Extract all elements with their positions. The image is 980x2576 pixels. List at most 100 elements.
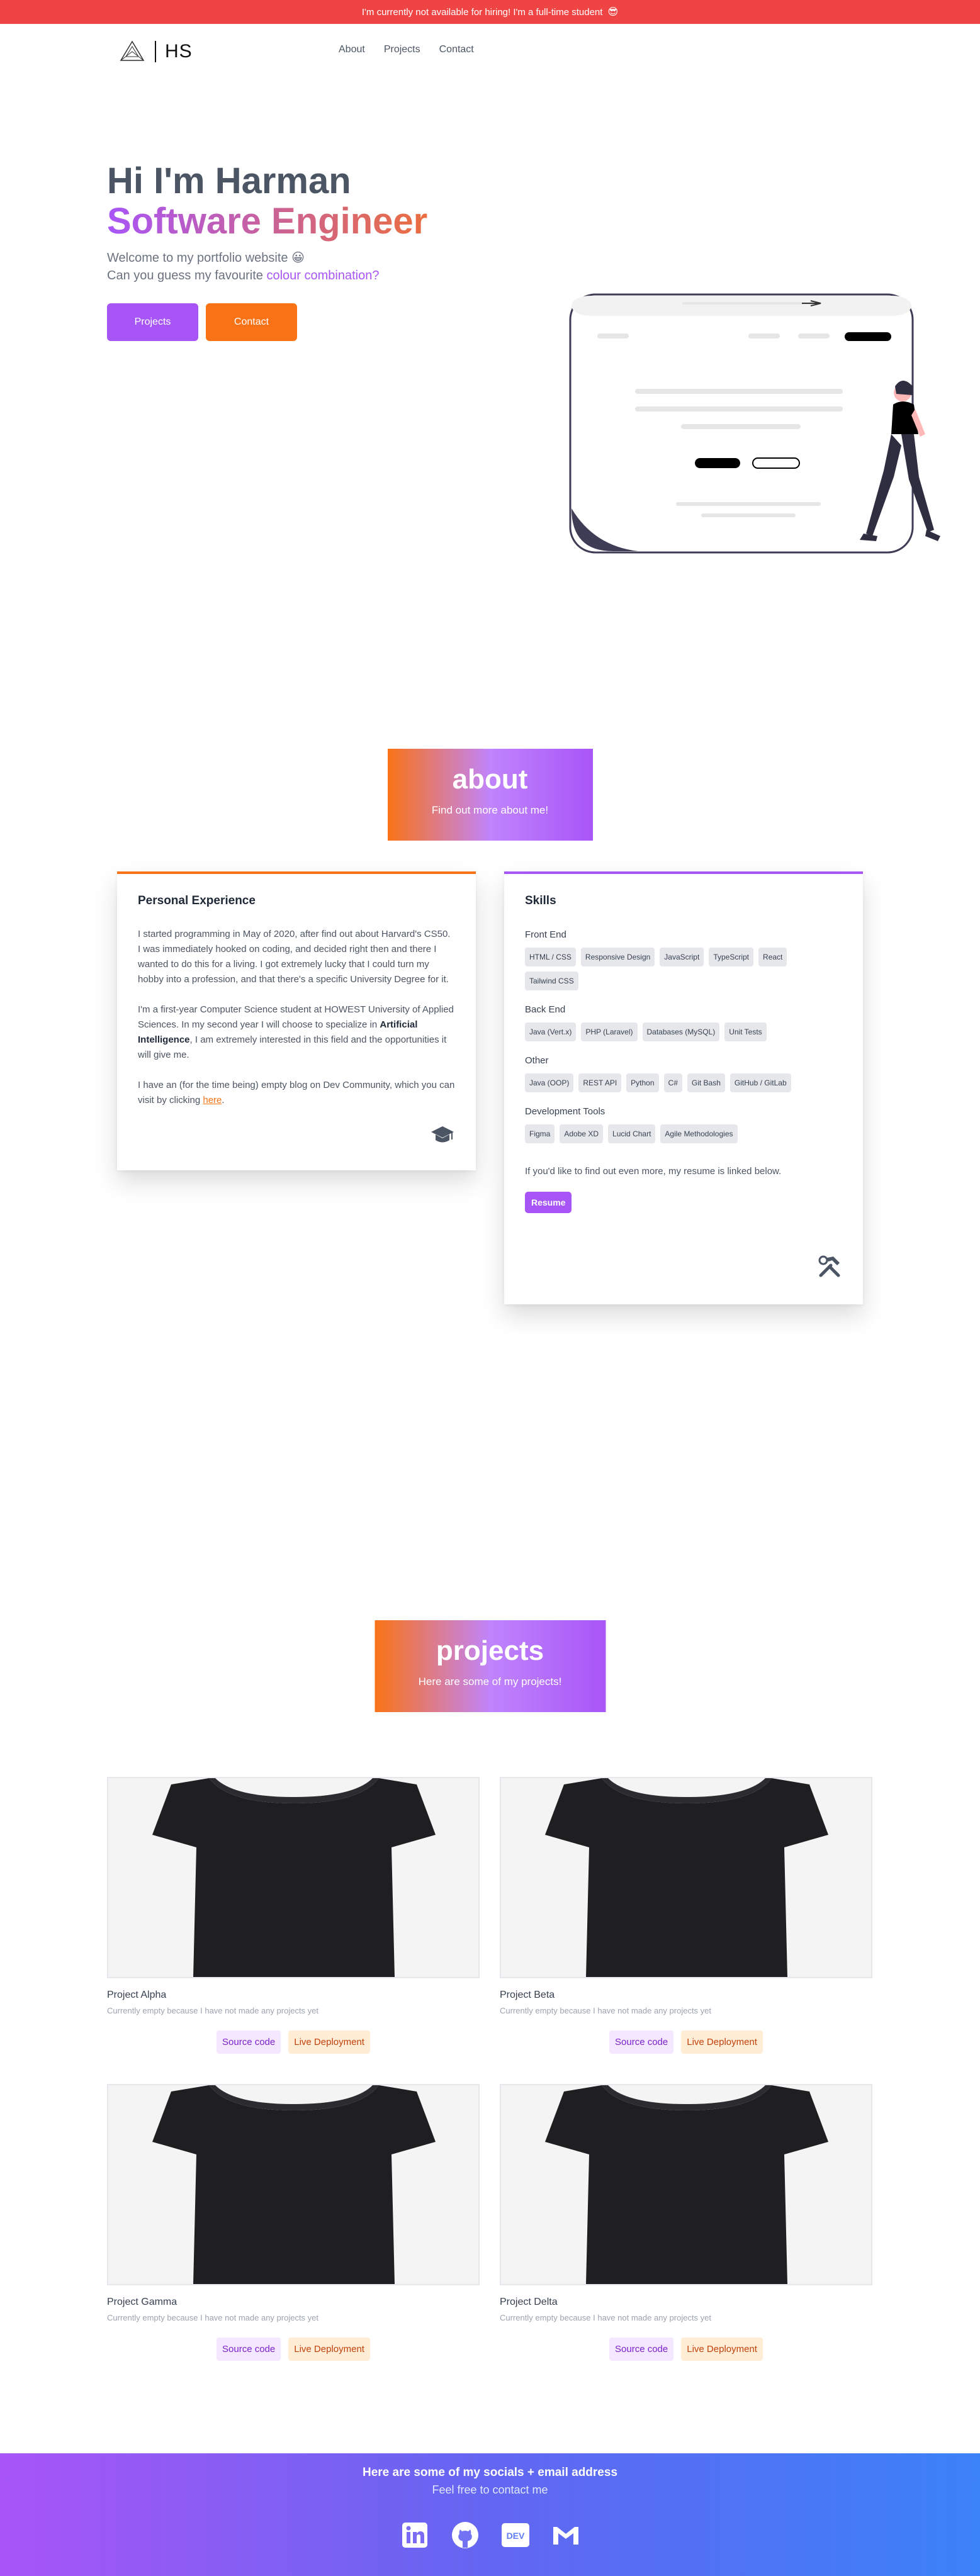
hero-role: Software Engineer	[107, 201, 497, 242]
skill-tag: Python	[626, 1073, 659, 1092]
live-deployment-button[interactable]: Live Deployment	[288, 2338, 370, 2361]
project-actions: Source code Live Deployment	[107, 2030, 480, 2054]
logo-divider	[155, 41, 156, 62]
linkedin-icon[interactable]	[399, 2519, 431, 2551]
skill-tag: Unit Tests	[724, 1022, 767, 1041]
hero-illustration	[569, 293, 940, 554]
projects-banner: projects Here are some of my projects!	[375, 1620, 605, 1712]
logo[interactable]: HS	[118, 40, 193, 63]
graduation-cap-icon	[431, 1126, 454, 1143]
source-code-button[interactable]: Source code	[609, 2030, 674, 2054]
project-description: Currently empty because I have not made …	[107, 2006, 319, 2015]
project-name: Project Alpha	[107, 1990, 167, 2000]
dev-icon[interactable]: DEV	[500, 2519, 531, 2551]
resume-button[interactable]: Resume	[525, 1192, 572, 1213]
footer: Here are some of my socials + email addr…	[0, 2453, 980, 2576]
hero-colour-line: Can you guess my favourite colour combin…	[107, 267, 497, 284]
projects-section: projects Here are some of my projects! P…	[0, 1414, 980, 2453]
project-actions: Source code Live Deployment	[500, 2030, 872, 2054]
project-actions: Source code Live Deployment	[107, 2338, 480, 2361]
skill-tag: JavaScript	[660, 948, 704, 966]
social-links: DEV	[0, 2519, 980, 2551]
experience-paragraph-2: I'm a first-year Computer Science studen…	[138, 1002, 455, 1063]
experience-card: Personal Experience I started programmin…	[117, 871, 476, 1170]
footer-title: Here are some of my socials + email addr…	[362, 2466, 618, 2479]
tools-icon	[818, 1255, 840, 1277]
nav-link-about[interactable]: About	[339, 44, 365, 55]
project-thumbnail[interactable]	[500, 2084, 872, 2285]
nav-links: About Projects Contact	[339, 44, 474, 55]
tshirt-image	[501, 1778, 871, 1977]
grin-emoji-icon: 😀	[291, 251, 305, 265]
nav-link-projects[interactable]: Projects	[384, 44, 420, 55]
project-description: Currently empty because I have not made …	[107, 2313, 319, 2322]
skill-tag: Databases (MySQL)	[642, 1022, 720, 1041]
about-banner: about Find out more about me!	[387, 749, 593, 841]
tshirt-image	[501, 2085, 871, 2284]
project-thumbnail[interactable]	[500, 1777, 872, 1978]
contact-button[interactable]: Contact	[206, 303, 297, 341]
skill-tag: Responsive Design	[580, 948, 655, 966]
dev-icon-text: DEV	[506, 2531, 524, 2541]
nav-link-contact[interactable]: Contact	[439, 44, 474, 55]
experience-paragraph-1: I started programming in May of 2020, af…	[138, 929, 451, 985]
skill-tag: PHP (Laravel)	[581, 1022, 638, 1041]
skill-group-title: Back End	[525, 1004, 566, 1015]
skill-tag: Tailwind CSS	[525, 972, 578, 990]
footer-subtitle: Feel free to contact me	[432, 2484, 548, 2496]
projects-button[interactable]: Projects	[107, 303, 198, 341]
skill-group-front-end: Front End HTML / CSS Responsive Design J…	[525, 929, 842, 990]
hero-welcome-line: Welcome to my portfolio website 😀	[107, 249, 497, 267]
live-deployment-button[interactable]: Live Deployment	[288, 2030, 370, 2054]
experience-p3-start: I have an (for the time being) empty blo…	[138, 1080, 455, 1106]
availability-text: I'm currently not available for hiring! …	[361, 6, 603, 18]
projects-title: projects	[436, 1635, 544, 1666]
skill-tags: Java (Vert.x) PHP (Laravel) Databases (M…	[525, 1022, 802, 1041]
skill-group-back-end: Back End Java (Vert.x) PHP (Laravel) Dat…	[525, 1004, 842, 1041]
tshirt-image	[108, 1778, 478, 1977]
source-code-button[interactable]: Source code	[217, 2030, 281, 2054]
hero-buttons: Projects Contact	[107, 303, 497, 341]
skill-group-dev-tools: Development Tools Figma Adobe XD Lucid C…	[525, 1106, 842, 1143]
github-icon[interactable]	[449, 2519, 481, 2551]
project-thumbnail[interactable]	[107, 1777, 480, 1978]
skill-group-title: Front End	[525, 929, 566, 940]
experience-p3-end: .	[222, 1095, 225, 1106]
skills-title: Skills	[525, 894, 556, 907]
skill-tags: Figma Adobe XD Lucid Chart Agile Methodo…	[525, 1124, 802, 1143]
source-code-button[interactable]: Source code	[609, 2338, 674, 2361]
project-name: Project Beta	[500, 1990, 555, 2000]
sunglasses-icon: 😎	[607, 7, 619, 18]
blog-link[interactable]: here	[203, 1095, 222, 1106]
gmail-icon[interactable]	[550, 2519, 582, 2551]
live-deployment-button[interactable]: Live Deployment	[681, 2030, 763, 2054]
skills-card: Skills Front End HTML / CSS Responsive D…	[504, 871, 863, 1304]
project-name: Project Delta	[500, 2297, 558, 2307]
skill-tag: REST API	[578, 1073, 622, 1092]
project-thumbnail[interactable]	[107, 2084, 480, 2285]
about-subtitle: Find out more about me!	[431, 804, 549, 816]
source-code-button[interactable]: Source code	[217, 2338, 281, 2361]
skill-tag: Git Bash	[687, 1073, 725, 1092]
hero-welcome: Welcome to my portfolio website	[107, 251, 288, 265]
project-card-alpha: Project Alpha Currently empty because I …	[107, 1777, 480, 2054]
about-section: about Find out more about me! Personal E…	[0, 521, 980, 1414]
skill-tag: Agile Methodologies	[660, 1124, 738, 1143]
navbar: HS About Projects Contact	[0, 24, 980, 81]
projects-subtitle: Here are some of my projects!	[418, 1676, 562, 1688]
skill-tag: C#	[663, 1073, 682, 1092]
skill-group-title: Development Tools	[525, 1106, 605, 1117]
skill-tag: TypeScript	[709, 948, 754, 966]
project-description: Currently empty because I have not made …	[500, 2006, 712, 2015]
project-card-beta: Project Beta Currently empty because I h…	[500, 1777, 872, 2054]
resume-note: If you'd like to find out even more, my …	[525, 1166, 782, 1177]
project-description: Currently empty because I have not made …	[500, 2313, 712, 2322]
skill-group-other: Other Java (OOP) REST API Python C# Git …	[525, 1055, 842, 1092]
project-card-delta: Project Delta Currently empty because I …	[500, 2084, 872, 2361]
skill-tag: Java (OOP)	[525, 1073, 574, 1092]
live-deployment-button[interactable]: Live Deployment	[681, 2338, 763, 2361]
skill-tag: HTML / CSS	[525, 948, 576, 966]
hero-colour-prefix: Can you guess my favourite	[107, 269, 267, 283]
hero-text: Hi I'm Harman Software Engineer Welcome …	[107, 161, 497, 341]
skill-tag: Java (Vert.x)	[525, 1022, 577, 1041]
